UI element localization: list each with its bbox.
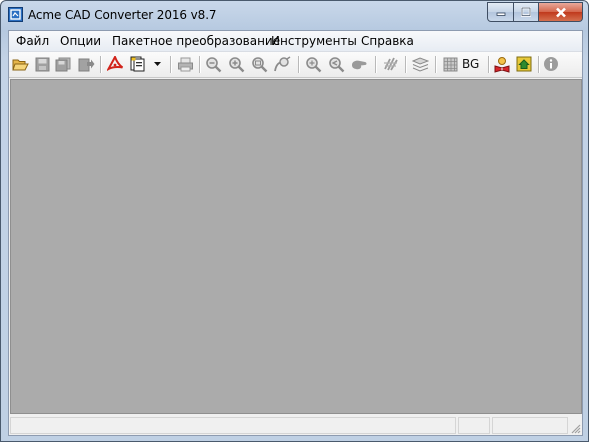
- export-icon: [78, 58, 94, 71]
- minimize-button[interactable]: [487, 2, 514, 22]
- zoom-in-button[interactable]: [227, 55, 245, 73]
- zoom-previous-button[interactable]: [327, 55, 345, 73]
- open-folder-icon: [11, 59, 29, 70]
- toolbar-separator: [100, 56, 102, 73]
- title-bar[interactable]: Acme CAD Converter 2016 v8.7: [1, 1, 588, 29]
- layers-icon: [411, 56, 429, 72]
- save-as-icon: [55, 57, 71, 71]
- grid-button[interactable]: [441, 55, 459, 73]
- drawing-canvas[interactable]: [10, 79, 582, 414]
- save-icon: [35, 57, 49, 71]
- zoom-extents-button[interactable]: [273, 55, 291, 73]
- client-area: Файл Опции Пакетное преобразование Инстр…: [8, 30, 583, 436]
- toolbar-separator: [298, 56, 300, 73]
- zoom-window-button[interactable]: [250, 55, 268, 73]
- zoom-extents-icon: [274, 55, 291, 71]
- layers-button[interactable]: [411, 55, 429, 73]
- toolbar-separator: [488, 56, 490, 73]
- export-button[interactable]: [77, 55, 95, 73]
- menu-tools[interactable]: Инструменты: [271, 34, 357, 48]
- close-icon: [555, 7, 566, 17]
- batch-convert-button[interactable]: [130, 55, 148, 73]
- about-button[interactable]: [542, 55, 560, 73]
- pan-icon: [352, 60, 367, 69]
- dropdown-arrow-icon: [153, 62, 161, 66]
- window-title: Acme CAD Converter 2016 v8.7: [28, 8, 217, 22]
- batch-convert-icon: [130, 56, 145, 72]
- zoom-window-icon: [251, 56, 267, 72]
- save-as-button[interactable]: [54, 55, 72, 73]
- menu-batch-convert[interactable]: Пакетное преобразование: [112, 34, 280, 48]
- toolbar-separator: [435, 56, 437, 73]
- maximize-icon: [521, 7, 531, 17]
- print-button[interactable]: [176, 55, 194, 73]
- menu-help[interactable]: Справка: [361, 34, 414, 48]
- help-book-icon: [494, 56, 510, 73]
- toolbar: BG: [9, 52, 582, 78]
- zoom-realtime-button[interactable]: [304, 55, 322, 73]
- zoom-out-button[interactable]: [204, 55, 222, 73]
- resize-grip-icon[interactable]: [569, 422, 581, 434]
- zoom-realtime-icon: [305, 56, 321, 72]
- status-pane-2: [458, 417, 490, 434]
- menu-bar: Файл Опции Пакетное преобразование Инстр…: [9, 31, 582, 52]
- minimize-icon: [496, 12, 505, 16]
- info-icon: [544, 57, 558, 71]
- zoom-previous-icon: [328, 56, 344, 72]
- home-icon: [516, 56, 532, 72]
- close-button[interactable]: [539, 2, 583, 22]
- app-icon: [8, 7, 23, 22]
- pdf-convert-icon: [106, 56, 123, 72]
- pdf-convert-button[interactable]: [106, 55, 124, 73]
- toolbar-separator: [538, 56, 540, 73]
- toolbar-separator: [375, 56, 377, 73]
- zoom-out-icon: [205, 56, 221, 72]
- toolbar-separator: [170, 56, 172, 73]
- status-pane-main: [10, 417, 456, 434]
- save-button[interactable]: [33, 55, 51, 73]
- background-toggle-button[interactable]: BG: [462, 55, 479, 73]
- help-button[interactable]: [493, 55, 511, 73]
- print-icon: [177, 57, 193, 71]
- layer-icon: [383, 57, 398, 71]
- app-window: Acme CAD Converter 2016 v8.7 Файл Опции …: [0, 0, 589, 442]
- batch-dropdown-button[interactable]: [151, 55, 163, 73]
- window-controls: [487, 2, 583, 22]
- menu-file[interactable]: Файл: [16, 34, 49, 48]
- zoom-in-icon: [228, 56, 244, 72]
- maximize-button[interactable]: [514, 2, 539, 22]
- pan-button[interactable]: [350, 55, 368, 73]
- open-button[interactable]: [11, 55, 29, 73]
- status-pane-3: [492, 417, 568, 434]
- home-button[interactable]: [515, 55, 533, 73]
- status-bar: [9, 415, 582, 435]
- layer-button[interactable]: [381, 55, 399, 73]
- toolbar-separator: [199, 56, 201, 73]
- grid-icon: [443, 57, 457, 71]
- toolbar-separator: [405, 56, 407, 73]
- menu-options[interactable]: Опции: [60, 34, 101, 48]
